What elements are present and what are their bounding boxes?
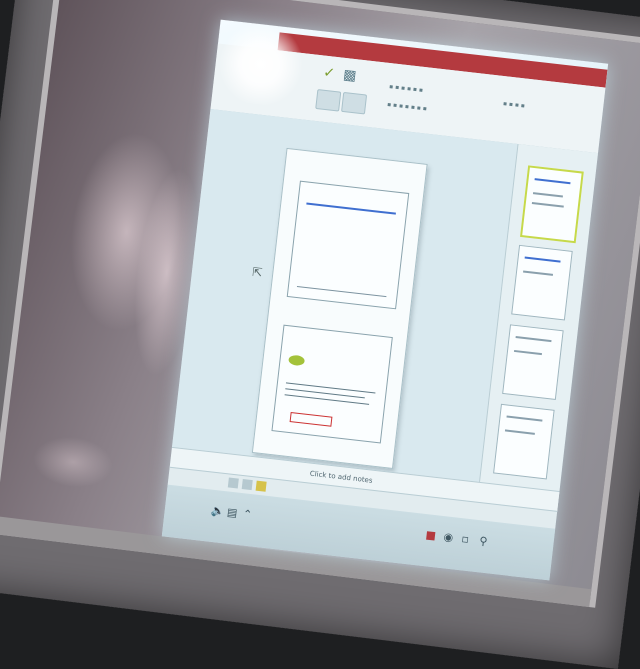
slide-title [302,334,371,352]
view-reading-icon[interactable] [255,480,267,492]
thumb-line [504,429,535,435]
browser-taskbar-icon[interactable]: ◉ [443,530,454,544]
format-painter-icon[interactable]: ▩ [342,67,357,84]
powerpoint-taskbar-icon[interactable]: ■ [425,528,437,542]
thumbnail-slide-3[interactable] [502,324,564,400]
ribbon-button[interactable] [315,88,342,112]
thumb-line [506,415,543,422]
thumb-line [534,178,571,185]
projector-hotspot [211,19,311,110]
paste-icon[interactable]: ✓ [322,65,335,82]
highlight-box [289,412,333,427]
thumb-line [532,192,563,198]
thumb-line [515,336,552,343]
chevron-up-icon[interactable]: ⌃ [242,507,253,521]
content-line [285,382,376,394]
thumbnail-slide-1[interactable] [520,165,584,244]
slide-workspace: ⇱ [172,109,519,482]
view-normal-icon[interactable] [227,477,239,489]
leaf-image [288,354,306,367]
slide-1[interactable] [286,180,410,310]
drawing-tools[interactable]: ▪ ▪ ▪ ▪ [503,100,526,109]
thumb-line [531,202,564,208]
footer-line [296,285,387,298]
paragraph-tools[interactable]: ▪ ▪ ▪ ▪ ▪ ▪ ▪ [387,101,427,112]
view-sorter-icon[interactable] [241,479,253,491]
slide-2[interactable] [271,324,393,444]
speaker-icon[interactable]: 🔈 [210,504,225,518]
thumbnail-slide-4[interactable] [493,403,555,480]
folder-taskbar-icon[interactable]: ▫ [461,532,470,546]
projected-screen: ✓ ▩ ▪ ▪ ▪ ▪ ▪ ▪ ▪ ▪ ▪ ▪ ▪ ▪ ▪ ▪ ▪ ▪ ▪ ⇱ … [161,19,609,581]
thumb-line [523,270,554,276]
thumb-line [513,349,542,356]
bullet-text [308,241,387,250]
glare [30,432,116,492]
font-tools[interactable]: ▪ ▪ ▪ ▪ ▪ ▪ [389,83,424,94]
mouse-cursor-icon: ⇱ [251,264,264,280]
network-icon[interactable]: ▤ [226,506,238,520]
search-icon[interactable]: ⚲ [479,534,488,548]
print-preview-page [251,147,428,469]
thumb-line [524,256,561,263]
ribbon-button[interactable] [341,91,368,115]
bullet-text [311,215,390,224]
thumbnail-slide-2[interactable] [511,244,573,321]
